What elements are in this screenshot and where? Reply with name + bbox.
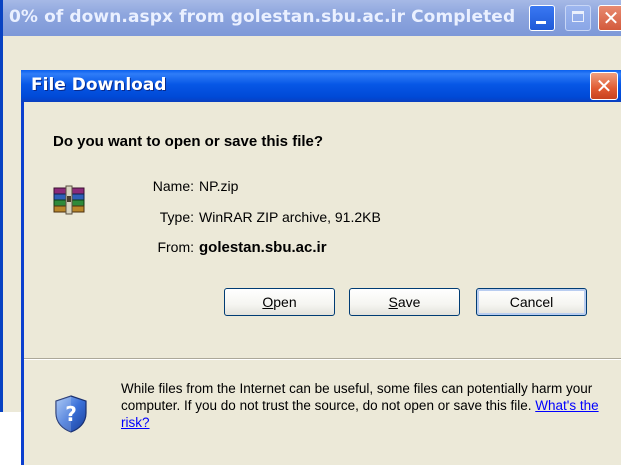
download-progress-titlebar[interactable]: 0% of down.aspx from golestan.sbu.ac.ir …	[3, 0, 621, 36]
dialog-title: File Download	[31, 75, 167, 95]
file-name-row: Name: NP.zip	[24, 178, 584, 198]
close-icon: ✕	[602, 6, 620, 30]
security-warning: While files from the Internet can be use…	[121, 380, 601, 431]
file-name-value: NP.zip	[199, 178, 239, 194]
security-warning-text: While files from the Internet can be use…	[121, 381, 593, 413]
from-label: From:	[157, 239, 194, 255]
type-label: Type:	[159, 209, 194, 225]
maximize-icon	[572, 11, 584, 22]
minimize-button[interactable]	[529, 5, 555, 31]
open-button[interactable]: Open	[224, 288, 335, 316]
background-close-button[interactable]: ✕	[598, 5, 621, 31]
svg-text:?: ?	[65, 402, 77, 426]
name-label: Name:	[152, 178, 194, 194]
open-label-rest: pen	[273, 294, 297, 310]
maximize-button[interactable]	[565, 5, 591, 31]
dialog-question: Do you want to open or save this file?	[53, 133, 324, 150]
file-type-value: WinRAR ZIP archive, 91.2KB	[199, 209, 381, 225]
save-label-rest: ave	[397, 294, 421, 310]
dialog-close-button[interactable]: ✕	[590, 72, 618, 100]
file-from-row: From: golestan.sbu.ac.ir	[24, 239, 584, 259]
file-from-value: golestan.sbu.ac.ir	[199, 239, 327, 256]
download-progress-title: 0% of down.aspx from golestan.sbu.ac.ir …	[9, 7, 516, 27]
minimize-icon	[536, 21, 546, 24]
file-type-row: Type: WinRAR ZIP archive, 91.2KB	[24, 209, 584, 229]
dialog-divider	[24, 358, 621, 360]
cancel-button[interactable]: Cancel	[476, 288, 587, 316]
dialog-titlebar[interactable]: File Download ✕	[21, 70, 621, 102]
file-download-dialog: File Download ✕ Do you want to open or s…	[21, 70, 621, 465]
security-shield-question-icon: ?	[55, 395, 87, 433]
save-mnemonic: S	[388, 294, 398, 310]
save-button[interactable]: Save	[349, 288, 460, 316]
open-mnemonic: O	[262, 294, 274, 310]
